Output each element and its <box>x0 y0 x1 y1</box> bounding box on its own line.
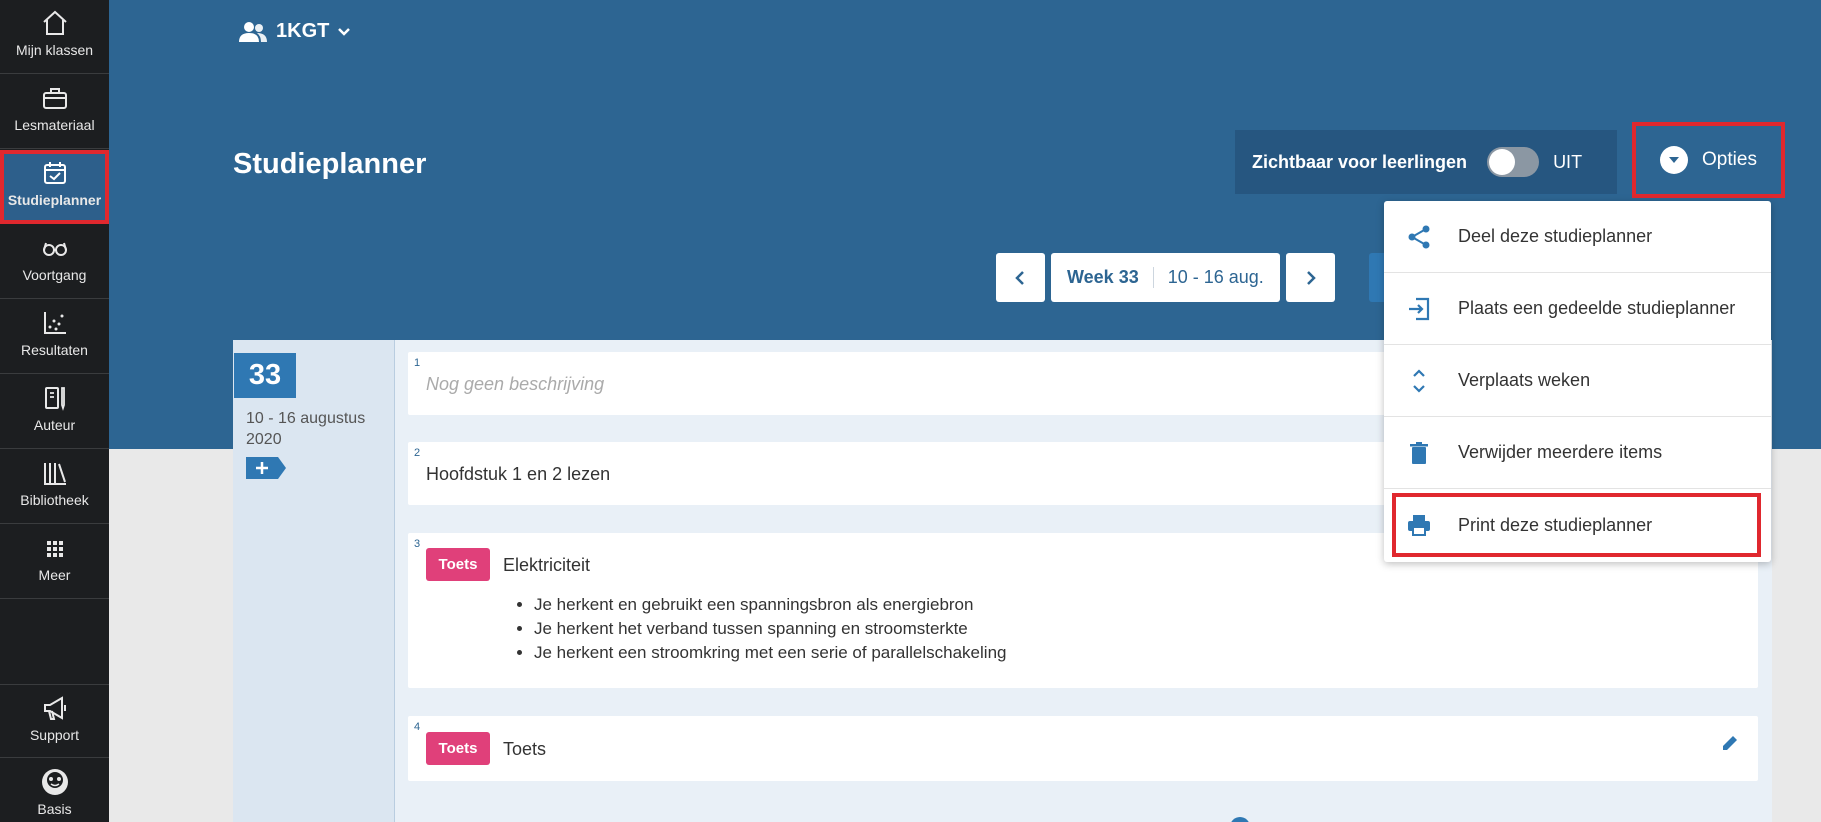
sidebar: Mijn klassen Lesmateriaal Studieplanner … <box>0 0 109 822</box>
item-title: Toets <box>503 739 547 759</box>
sidebar-item-basis[interactable]: Basis <box>0 759 109 822</box>
sidebar-item-label: Resultaten <box>21 342 88 358</box>
sidebar-item-label: Bibliotheek <box>20 492 89 508</box>
list-item: Je herkent en gebruikt een spanningsbron… <box>534 593 1006 617</box>
menu-item-delete-multiple[interactable]: Verwijder meerdere items <box>1384 417 1771 489</box>
sidebar-item-resultaten[interactable]: Resultaten <box>0 300 109 374</box>
week-label: Week 33 <box>1067 267 1154 288</box>
briefcase-icon <box>42 88 67 109</box>
item-number: 4 <box>414 721 421 733</box>
sidebar-item-mijn-klassen[interactable]: Mijn klassen <box>0 0 109 74</box>
printer-icon <box>1404 510 1434 540</box>
menu-item-label: Print deze studieplanner <box>1458 514 1653 535</box>
week-dates: 10 - 16 augustus 2020 <box>246 410 366 448</box>
megaphone-icon <box>43 696 66 720</box>
item-number: 2 <box>414 447 421 459</box>
sidebar-item-label: Basis <box>37 801 72 817</box>
edit-icon[interactable] <box>1720 733 1740 753</box>
list-item: Je herkent een stroomkring met een serie… <box>534 641 1006 665</box>
group-selector[interactable]: 1KGT <box>238 20 361 43</box>
pen-book-icon <box>44 387 65 411</box>
week-date-range: 10 - 16 aug. <box>1167 267 1264 287</box>
group-name: 1KGT <box>276 20 330 42</box>
add-item-button[interactable] <box>246 457 286 479</box>
item-description: Hoofdstuk 1 en 2 lezen <box>426 464 611 484</box>
menu-item-label: Verplaats weken <box>1458 370 1591 390</box>
menu-item-print[interactable]: Print deze studieplanner <box>1392 493 1761 557</box>
books-icon <box>43 463 66 485</box>
sidebar-item-label: Studieplanner <box>7 192 102 208</box>
share-icon <box>1404 222 1434 252</box>
move-vertical-icon <box>1404 366 1434 396</box>
options-label: Opties <box>1702 149 1757 170</box>
sidebar-item-label: Auteur <box>33 417 76 433</box>
users-icon <box>239 21 267 42</box>
visibility-label: Zichtbaar voor leerlingen <box>1252 151 1468 172</box>
add-row-indicator[interactable] <box>408 807 1758 822</box>
home-icon <box>42 10 67 35</box>
avatar-icon <box>41 769 68 795</box>
trash-icon <box>1404 438 1434 468</box>
learning-goals-list: Je herkent en gebruikt een spanningsbron… <box>534 593 1006 665</box>
menu-item-share[interactable]: Deel deze studieplanner <box>1384 201 1771 273</box>
planner-item[interactable]: 4 Toets Toets <box>408 716 1758 781</box>
item-description: Nog geen beschrijving <box>426 374 605 394</box>
visibility-toggle[interactable] <box>1487 147 1540 177</box>
sidebar-item-label: Voortgang <box>22 267 87 283</box>
sidebar-item-auteur[interactable]: Auteur <box>0 375 109 449</box>
item-title: Elektriciteit <box>503 555 591 575</box>
sidebar-item-label: Support <box>29 727 80 743</box>
sidebar-item-studieplanner[interactable]: Studieplanner <box>0 150 109 224</box>
visibility-toggle-panel: Zichtbaar voor leerlingen UIT <box>1235 130 1617 194</box>
menu-item-move-weeks[interactable]: Verplaats weken <box>1384 345 1771 417</box>
toets-tag: Toets <box>426 732 490 765</box>
menu-item-label: Deel deze studieplanner <box>1458 226 1653 246</box>
glasses-icon <box>42 242 67 256</box>
sidebar-item-label: Meer <box>38 567 71 583</box>
import-icon <box>1404 294 1434 324</box>
item-number: 3 <box>414 538 421 550</box>
menu-item-label: Verwijder meerdere items <box>1458 442 1663 462</box>
sidebar-item-support[interactable]: Support <box>0 684 109 758</box>
previous-week-button[interactable] <box>996 253 1045 302</box>
chevron-right-icon <box>1307 270 1317 285</box>
sidebar-item-label: Lesmateriaal <box>14 117 95 133</box>
menu-item-label: Plaats een gedeelde studieplanner <box>1458 298 1736 318</box>
sidebar-item-lesmateriaal[interactable]: Lesmateriaal <box>0 75 109 149</box>
sidebar-item-bibliotheek[interactable]: Bibliotheek <box>0 450 109 524</box>
options-menu: Deel deze studieplanner Plaats een gedee… <box>1384 201 1771 562</box>
chevron-down-icon <box>338 27 351 36</box>
chevron-left-icon <box>1014 270 1024 285</box>
menu-item-import[interactable]: Plaats een gedeelde studieplanner <box>1384 273 1771 345</box>
grid-dots-icon <box>46 541 63 557</box>
options-button[interactable]: Opties <box>1632 122 1785 198</box>
week-column: 33 10 - 16 augustus 2020 <box>233 340 395 822</box>
sidebar-item-meer[interactable]: Meer <box>0 525 109 599</box>
week-number-badge: 33 <box>234 353 296 398</box>
week-navigation: Week 33 10 - 16 aug. <box>996 253 1335 302</box>
sidebar-item-label: Mijn klassen <box>15 42 94 58</box>
caret-down-icon <box>1660 146 1689 174</box>
item-number: 1 <box>414 357 421 369</box>
scatter-chart-icon <box>43 312 66 334</box>
sidebar-item-voortgang[interactable]: Voortgang <box>0 225 109 299</box>
toets-tag: Toets <box>426 548 490 581</box>
list-item: Je herkent het verband tussen spanning e… <box>534 617 1006 641</box>
calendar-check-icon <box>43 162 66 184</box>
week-selector[interactable]: Week 33 10 - 16 aug. <box>1051 253 1280 302</box>
next-week-button[interactable] <box>1285 253 1335 302</box>
visibility-state: UIT <box>1553 151 1583 172</box>
page-title: Studieplanner <box>233 148 427 180</box>
